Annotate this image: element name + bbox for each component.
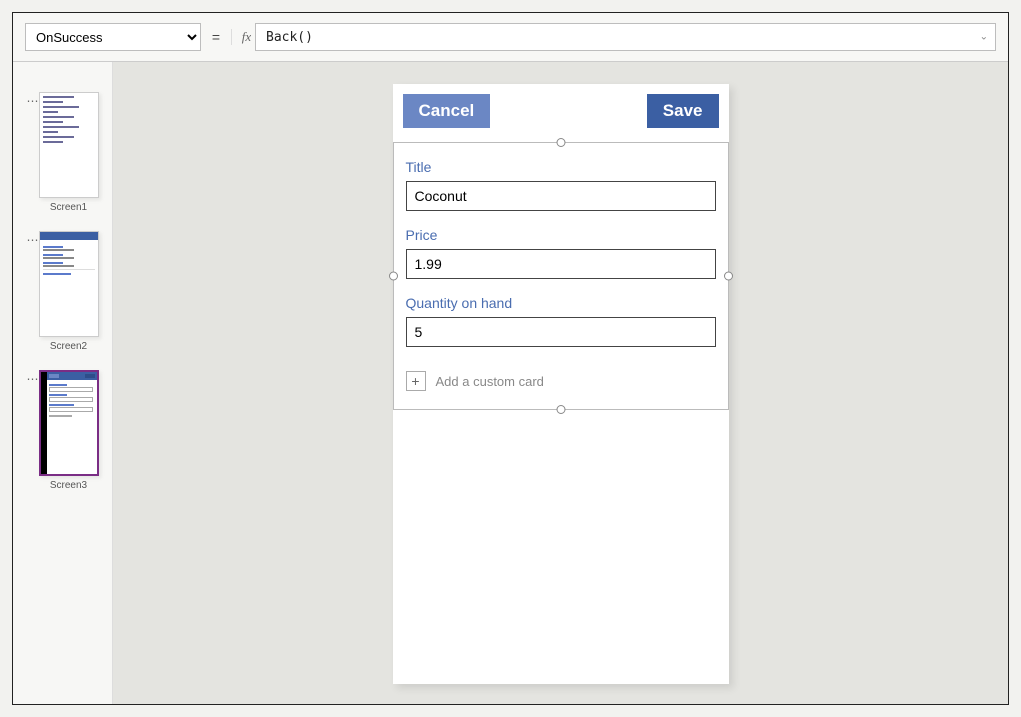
more-icon[interactable]: ⋯ xyxy=(27,94,37,108)
edit-form[interactable]: Title Price Quantity on hand + Add a cus… xyxy=(393,142,729,410)
screen-thumb-group-3: ⋯ Scree xyxy=(27,370,99,491)
formula-input-wrap: fx ⌄ xyxy=(231,23,996,51)
design-canvas[interactable]: Cancel Save Title Price Quantity on hand xyxy=(113,62,1008,704)
phone-header: Cancel Save xyxy=(393,84,729,138)
more-icon[interactable]: ⋯ xyxy=(27,372,37,386)
resize-handle-right[interactable] xyxy=(724,272,733,281)
screen-thumbnail-3[interactable] xyxy=(39,370,99,476)
screen-label-1: Screen1 xyxy=(50,202,87,213)
quantity-label: Quantity on hand xyxy=(406,295,716,311)
screen-thumb-group-1: ⋯ Screen1 xyxy=(27,92,99,213)
phone-preview: Cancel Save Title Price Quantity on hand xyxy=(393,84,729,684)
add-custom-card[interactable]: + Add a custom card xyxy=(394,363,728,409)
screen-label-2: Screen2 xyxy=(50,341,87,352)
resize-handle-bottom[interactable] xyxy=(556,405,565,414)
quantity-input[interactable] xyxy=(406,317,716,347)
screen-thumb-group-2: ⋯ Screen2 xyxy=(27,231,99,352)
form-body: Title Price Quantity on hand xyxy=(394,143,728,363)
screen-thumbnail-2[interactable] xyxy=(39,231,99,337)
plus-icon: + xyxy=(406,371,426,391)
resize-handle-top[interactable] xyxy=(556,138,565,147)
title-input[interactable] xyxy=(406,181,716,211)
screen-label-3: Screen3 xyxy=(50,480,87,491)
title-label: Title xyxy=(406,159,716,175)
screens-panel: ⋯ Screen1 ⋯ xyxy=(13,62,113,704)
more-icon[interactable]: ⋯ xyxy=(27,233,37,247)
property-selector[interactable]: OnSuccess xyxy=(25,23,201,51)
price-label: Price xyxy=(406,227,716,243)
formula-input[interactable] xyxy=(255,23,996,51)
add-card-label: Add a custom card xyxy=(436,374,544,389)
resize-handle-left[interactable] xyxy=(389,272,398,281)
price-input[interactable] xyxy=(406,249,716,279)
main-area: ⋯ Screen1 ⋯ xyxy=(13,62,1008,704)
fx-icon: fx xyxy=(231,29,255,45)
cancel-button[interactable]: Cancel xyxy=(403,94,491,128)
app-frame: OnSuccess = fx ⌄ ⋯ xyxy=(12,12,1009,705)
screen-thumbnail-1[interactable] xyxy=(39,92,99,198)
equals-sign: = xyxy=(209,29,223,45)
formula-bar: OnSuccess = fx ⌄ xyxy=(13,13,1008,62)
save-button[interactable]: Save xyxy=(647,94,719,128)
